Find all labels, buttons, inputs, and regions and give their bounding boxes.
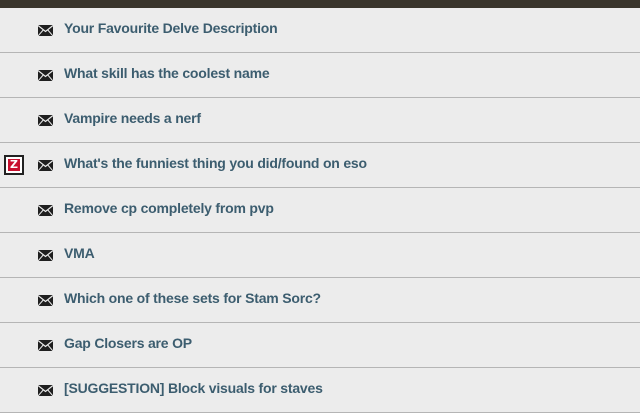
thread-row[interactable]: Vampire needs a nerf bbox=[0, 98, 640, 143]
thread-row[interactable]: What skill has the coolest name bbox=[0, 53, 640, 98]
envelope-icon bbox=[38, 70, 53, 81]
envelope-icon bbox=[38, 340, 53, 351]
thread-row[interactable]: Z What's the funniest thing you did/foun… bbox=[0, 143, 640, 188]
thread-row[interactable]: [SUGGESTION] Block visuals for staves bbox=[0, 368, 640, 413]
envelope-icon bbox=[38, 250, 53, 261]
zenimax-badge-icon: Z bbox=[4, 155, 24, 175]
envelope-icon bbox=[38, 25, 53, 36]
thread-row[interactable]: Your Favourite Delve Description bbox=[0, 8, 640, 53]
thread-title[interactable]: Which one of these sets for Stam Sorc? bbox=[64, 290, 321, 306]
thread-title[interactable]: What's the funniest thing you did/found … bbox=[64, 155, 367, 171]
badge-letter: Z bbox=[8, 159, 20, 171]
thread-title[interactable]: What skill has the coolest name bbox=[64, 65, 270, 81]
thread-title[interactable]: VMA bbox=[64, 245, 95, 261]
thread-row[interactable]: Which one of these sets for Stam Sorc? bbox=[0, 278, 640, 323]
thread-title[interactable]: Remove cp completely from pvp bbox=[64, 200, 274, 216]
thread-title[interactable]: [SUGGESTION] Block visuals for staves bbox=[64, 380, 323, 396]
thread-row[interactable]: Remove cp completely from pvp bbox=[0, 188, 640, 233]
thread-row[interactable]: Gap Closers are OP bbox=[0, 323, 640, 368]
envelope-icon bbox=[38, 295, 53, 306]
top-border bbox=[0, 0, 640, 8]
thread-title[interactable]: Gap Closers are OP bbox=[64, 335, 192, 351]
thread-title[interactable]: Vampire needs a nerf bbox=[64, 110, 201, 126]
thread-row[interactable]: VMA bbox=[0, 233, 640, 278]
envelope-icon bbox=[38, 115, 53, 126]
envelope-icon bbox=[38, 385, 53, 396]
thread-list: Your Favourite Delve Description What sk… bbox=[0, 8, 640, 413]
thread-title[interactable]: Your Favourite Delve Description bbox=[64, 20, 278, 36]
envelope-icon bbox=[38, 160, 53, 171]
envelope-icon bbox=[38, 205, 53, 216]
